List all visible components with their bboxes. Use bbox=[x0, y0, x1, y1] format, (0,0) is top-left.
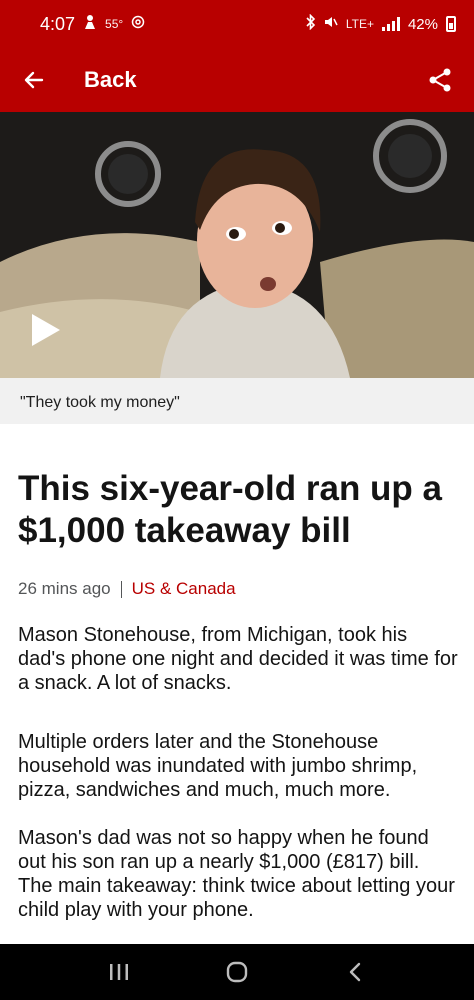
back-label[interactable]: Back bbox=[84, 67, 137, 93]
status-temperature: 55° bbox=[105, 17, 124, 31]
article-timestamp: 26 mins ago bbox=[18, 579, 111, 598]
video-caption: "They took my money" bbox=[0, 378, 474, 424]
video-thumbnail bbox=[0, 112, 474, 378]
article-headline: This six-year-old ran up a $1,000 takeaw… bbox=[18, 469, 442, 550]
meta-divider bbox=[120, 580, 122, 598]
article-section-link[interactable]: US & Canada bbox=[132, 579, 236, 599]
recents-icon bbox=[110, 964, 128, 980]
article-meta: 26 mins ago US & Canada bbox=[18, 579, 236, 599]
mute-icon bbox=[324, 15, 338, 33]
notification-icon bbox=[83, 14, 97, 35]
share-button[interactable] bbox=[420, 60, 460, 100]
video-player[interactable] bbox=[0, 112, 474, 378]
system-nav-bar bbox=[0, 944, 474, 1000]
system-back-button[interactable] bbox=[335, 952, 375, 992]
recents-button[interactable] bbox=[99, 952, 139, 992]
arrow-left-icon bbox=[24, 71, 44, 89]
app-bar: Back bbox=[0, 48, 474, 112]
battery-icon bbox=[446, 16, 456, 32]
signal-icon bbox=[381, 17, 400, 31]
back-button[interactable] bbox=[4, 48, 64, 112]
play-icon[interactable] bbox=[30, 312, 62, 348]
network-type: LTE+ bbox=[345, 17, 374, 31]
battery-percent: 42% bbox=[407, 15, 438, 33]
chevron-left-icon bbox=[349, 962, 361, 982]
status-time: 4:07 bbox=[40, 13, 76, 34]
at-sign-icon bbox=[131, 14, 145, 34]
bluetooth-icon bbox=[306, 13, 316, 34]
article-paragraph: Multiple orders later and the Stonehouse… bbox=[18, 731, 418, 801]
share-icon bbox=[429, 68, 451, 92]
home-icon bbox=[226, 961, 248, 983]
article-paragraph: Mason Stonehouse, from Michigan, took hi… bbox=[18, 624, 458, 694]
status-bar: 4:07 55° LTE+ 42% bbox=[0, 0, 474, 48]
article-paragraph: Mason's dad was not so happy when he fou… bbox=[18, 827, 455, 921]
home-button[interactable] bbox=[217, 952, 257, 992]
